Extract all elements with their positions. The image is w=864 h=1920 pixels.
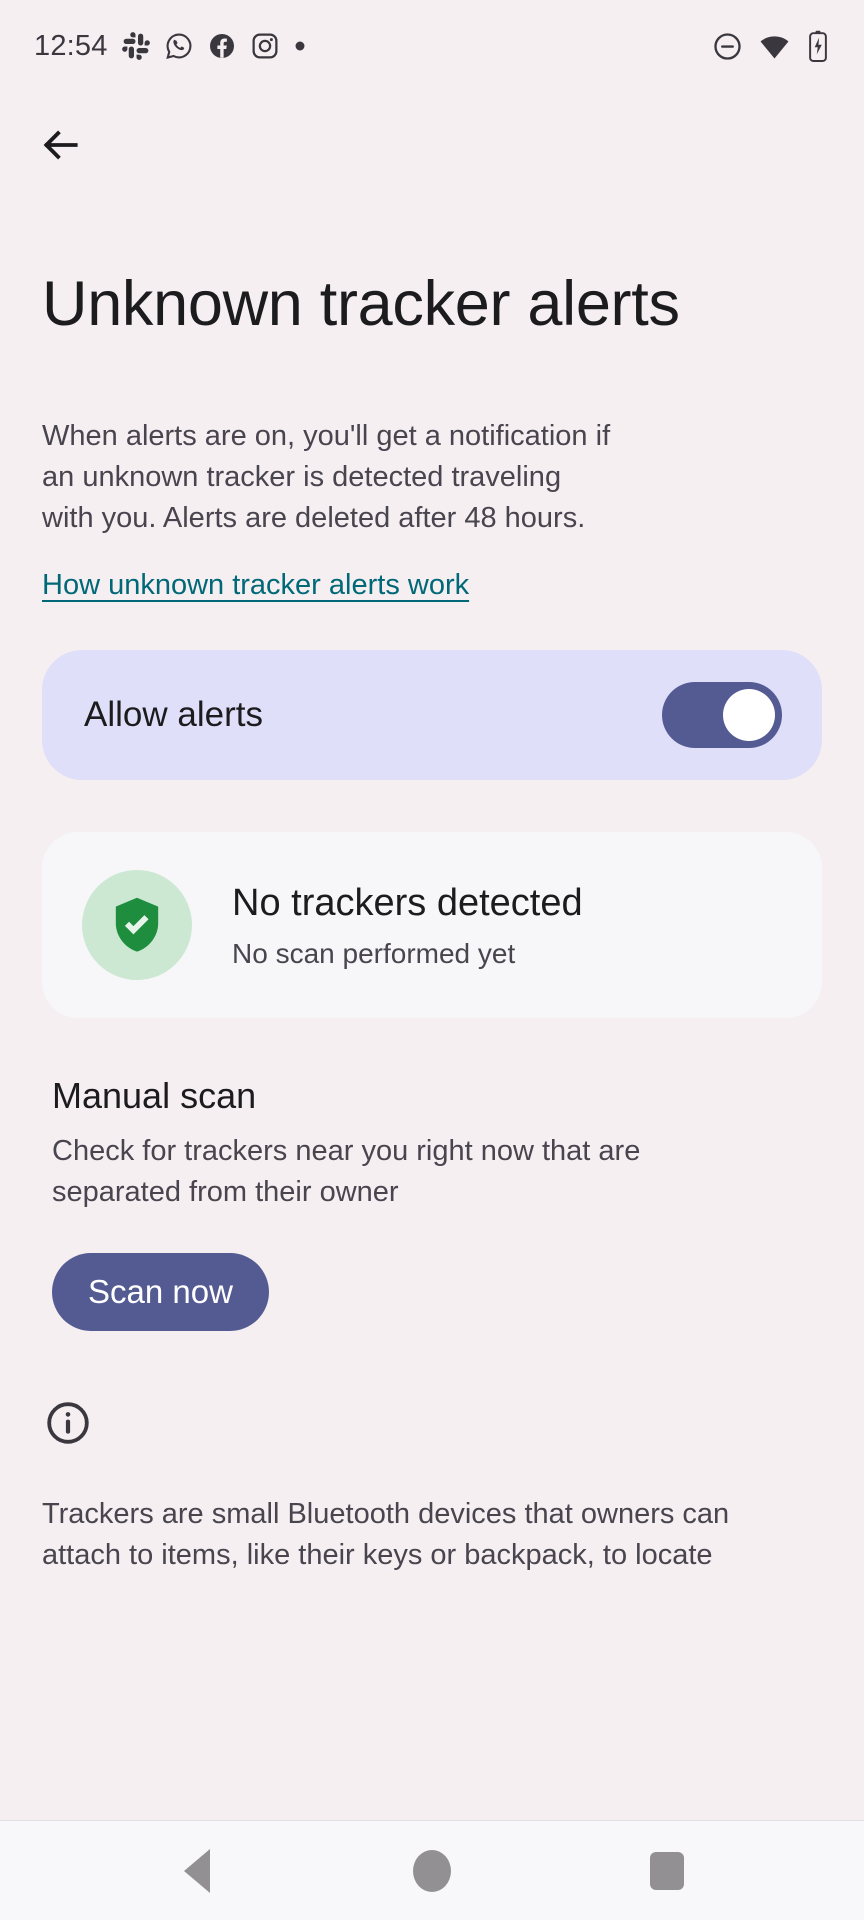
nav-home-button[interactable]: [377, 1821, 487, 1920]
facebook-icon: [209, 34, 234, 58]
info-icon-wrap: [42, 1399, 822, 1452]
status-bar-left: 12:54: [34, 30, 307, 63]
nav-recents-button[interactable]: [612, 1821, 722, 1920]
allow-alerts-label: Allow alerts: [84, 695, 263, 735]
manual-scan-section: Manual scan Check for trackers near you …: [0, 1018, 864, 1331]
nav-back-triangle-icon: [184, 1848, 211, 1893]
help-link-row: How unknown tracker alerts work: [0, 539, 864, 602]
scan-status-texts: No trackers detected No scan performed y…: [192, 880, 583, 970]
whatsapp-icon: [165, 33, 191, 59]
footer-description: Trackers are small Bluetooth devices tha…: [42, 1497, 730, 1572]
notification-dot-icon: [295, 41, 305, 51]
wifi-icon: [760, 35, 789, 59]
nav-back-button[interactable]: [142, 1821, 252, 1920]
toggle-knob: [723, 689, 775, 742]
footer-info: Trackers are small Bluetooth devices tha…: [0, 1331, 864, 1578]
status-bar: 12:54: [0, 0, 864, 92]
do-not-disturb-icon: [714, 32, 741, 60]
nav-recents-square-icon: [649, 1851, 684, 1890]
back-arrow-icon: [43, 130, 78, 160]
battery-charging-icon: [809, 30, 827, 62]
intro-description: When alerts are on, you'll get a notific…: [42, 419, 611, 535]
scan-status-subtitle: No scan performed yet: [232, 937, 516, 969]
scan-status-card: No trackers detected No scan performed y…: [42, 832, 822, 1019]
manual-scan-description: Check for trackers near you right now th…: [52, 1135, 641, 1208]
slack-icon: [121, 32, 150, 60]
shield-icon-background: [82, 870, 192, 981]
scan-status-title: No trackers detected: [232, 882, 583, 925]
instagram-icon: [252, 33, 278, 59]
app-bar: [0, 92, 864, 198]
phone-screen: 12:54 Unknown tracker alerts When alerts…: [0, 0, 864, 1920]
scroll-content[interactable]: Unknown tracker alerts When alerts are o…: [0, 198, 864, 1920]
how-alerts-work-link[interactable]: How unknown tracker alerts work: [42, 569, 469, 602]
status-bar-right: [712, 30, 830, 62]
nav-home-circle-icon: [412, 1849, 451, 1892]
navigation-bar: [0, 1820, 864, 1920]
manual-scan-title: Manual scan: [52, 1075, 257, 1117]
scan-now-button[interactable]: Scan now: [52, 1252, 269, 1331]
info-icon: [47, 1401, 89, 1444]
allow-alerts-card[interactable]: Allow alerts: [42, 650, 822, 781]
page-title: Unknown tracker alerts: [42, 269, 680, 339]
shield-check-icon: [115, 897, 159, 952]
back-button[interactable]: [26, 110, 96, 180]
allow-alerts-toggle[interactable]: [662, 682, 782, 749]
status-bar-clock: 12:54: [34, 29, 108, 62]
